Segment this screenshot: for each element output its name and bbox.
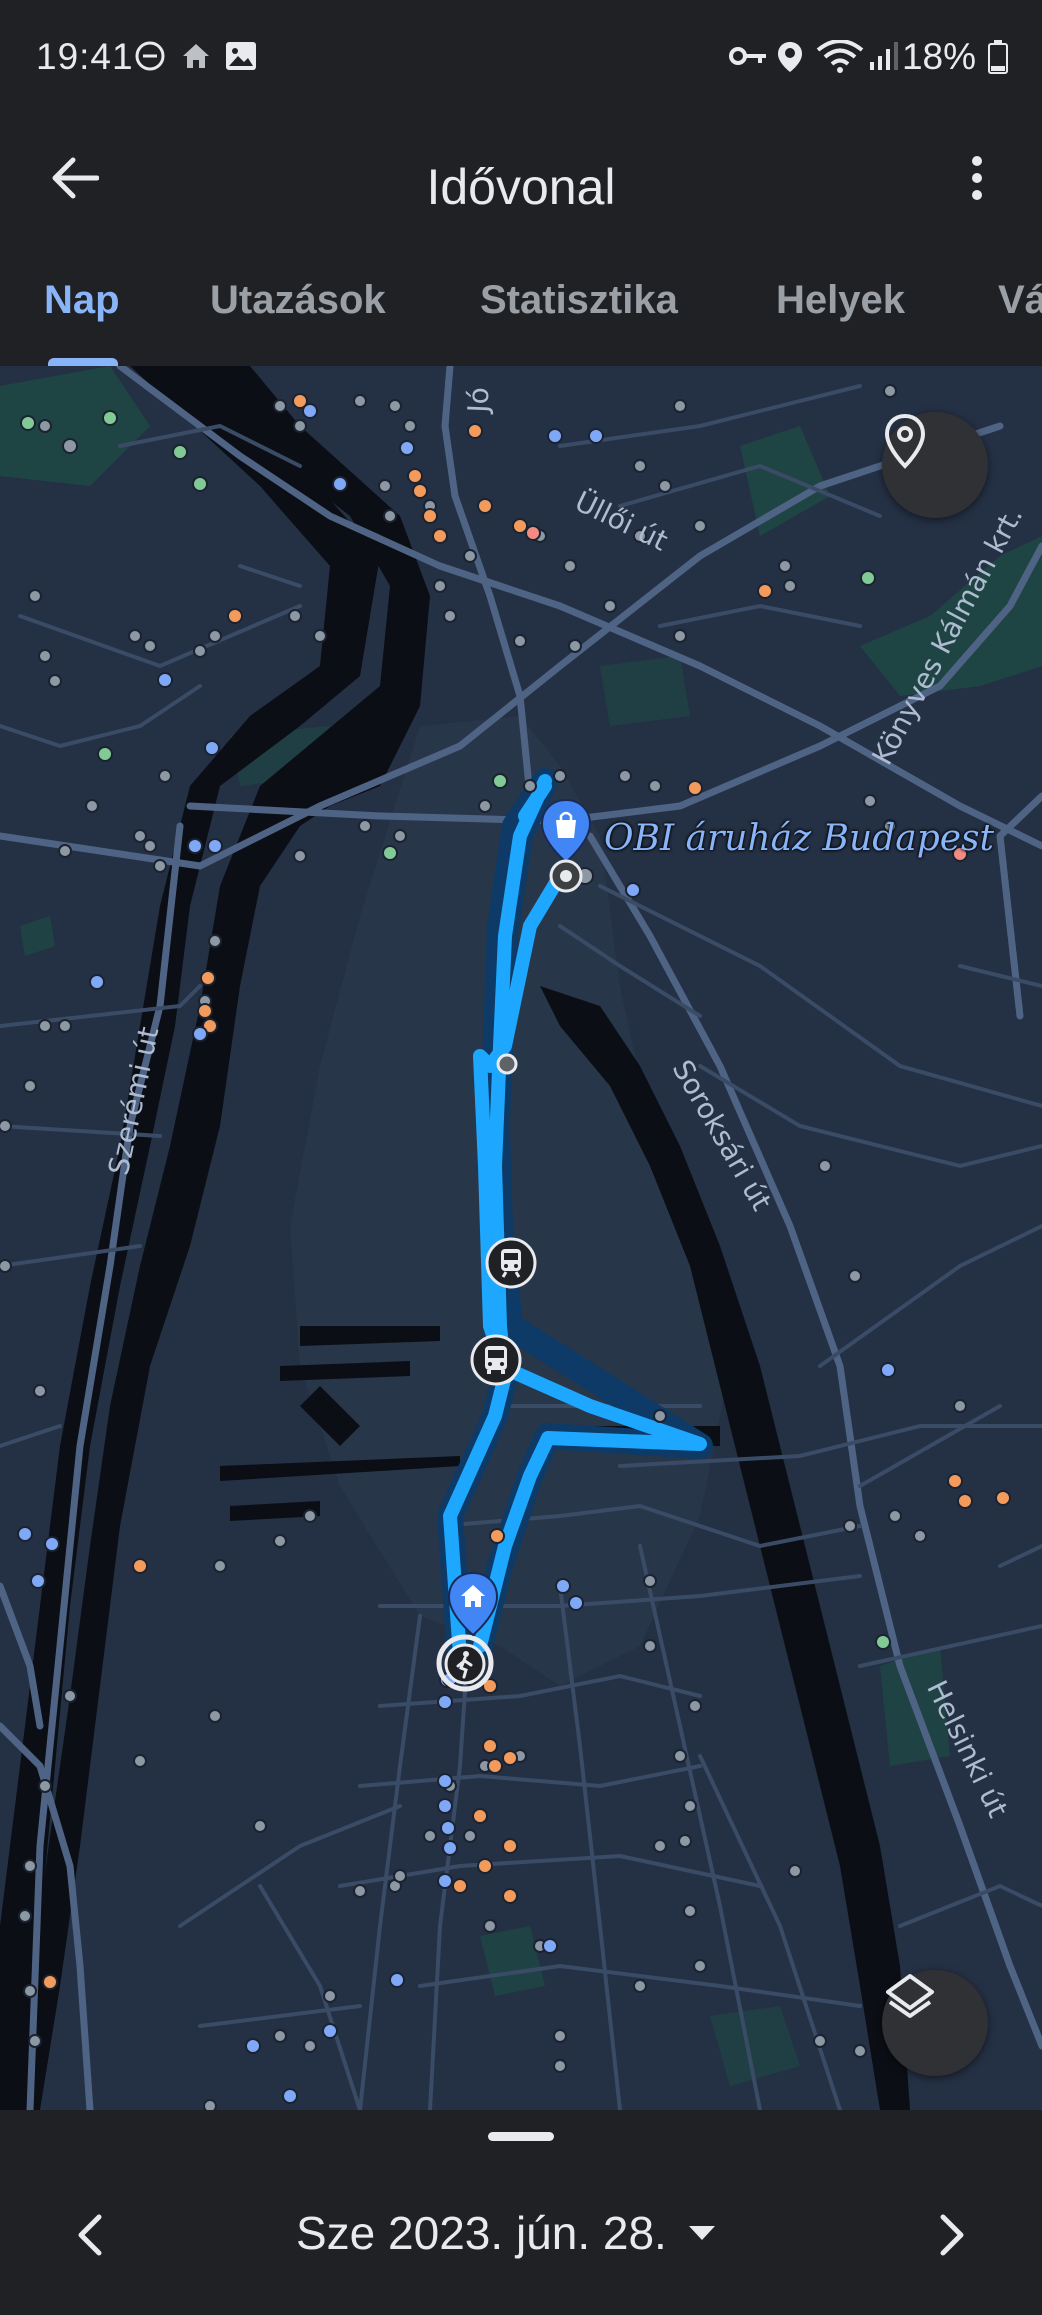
dropdown-arrow-icon — [688, 2226, 715, 2240]
more-options-button[interactable] — [952, 136, 1002, 220]
tab-utazasok[interactable]: Utazások — [210, 278, 386, 323]
previous-day-button[interactable] — [60, 2200, 120, 2270]
train-icon — [485, 1237, 537, 1289]
chevron-right-icon — [940, 2214, 964, 2256]
date-label: Sze 2023. jún. 28. — [296, 2207, 667, 2259]
date-selector[interactable]: Sze 2023. jún. 28. — [296, 2206, 717, 2260]
image-icon — [224, 40, 258, 77]
vpn-key-icon — [728, 40, 768, 77]
do-not-disturb-icon — [134, 40, 166, 77]
signal-icon — [868, 40, 900, 77]
location-pin-icon — [884, 413, 926, 469]
tab-nap[interactable]: Nap — [44, 278, 120, 323]
app-bar: Idővonal — [0, 118, 1042, 248]
tab-bar: Nap Utazások Statisztika Helyek Vá — [0, 248, 1042, 366]
place-label-obi[interactable]: OBI áruház Budapest — [604, 818, 994, 859]
home-icon — [180, 40, 212, 77]
page-title: Idővonal — [426, 159, 616, 215]
visit-check-icon — [549, 859, 583, 893]
bus-icon — [470, 1334, 522, 1386]
status-bar: 19:41 18% — [0, 0, 1042, 118]
next-day-button[interactable] — [922, 2200, 982, 2270]
location-icon — [776, 40, 804, 79]
tab-va[interactable]: Vá — [998, 278, 1042, 323]
more-vert-icon — [972, 156, 982, 200]
street-label-partial: Jó — [461, 386, 496, 414]
chevron-left-icon — [78, 2214, 102, 2256]
bottom-sheet: Sze 2023. jún. 28. — [0, 2110, 1042, 2315]
wifi-icon — [816, 39, 864, 79]
layers-icon — [886, 1974, 934, 2018]
home-pin-icon — [447, 1571, 499, 1637]
tab-statisztika[interactable]: Statisztika — [480, 278, 678, 323]
my-location-button[interactable] — [882, 412, 988, 518]
drag-handle[interactable] — [488, 2132, 554, 2141]
map-view[interactable]: Üllői út Könyves Kálmán krt. Soroksári ú… — [0, 366, 1042, 2110]
status-time: 19:41 — [36, 36, 134, 77]
battery-icon — [988, 40, 1008, 79]
tab-indicator — [48, 358, 118, 366]
battery-percentage: 18% — [901, 36, 976, 77]
map-layers-button[interactable] — [882, 1970, 988, 2076]
walking-icon — [444, 1643, 486, 1685]
tab-helyek[interactable]: Helyek — [776, 278, 905, 323]
